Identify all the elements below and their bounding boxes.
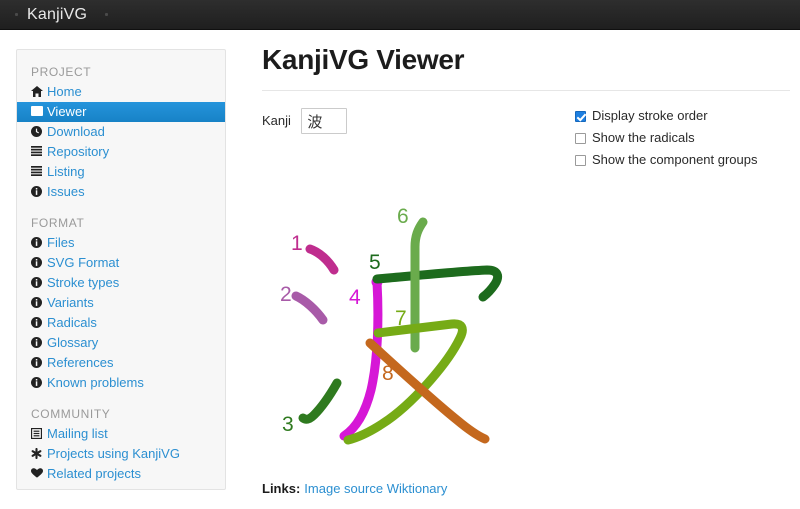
download-clock-icon xyxy=(31,122,45,142)
checkbox-unchecked[interactable] xyxy=(575,132,586,144)
info-circle-icon xyxy=(31,313,45,333)
sidebar-item-references[interactable]: References xyxy=(17,353,225,373)
option-row-display-stroke-order[interactable]: Display stroke order xyxy=(575,105,758,127)
sidebar-item-label: Viewer xyxy=(47,104,87,119)
info-circle-icon xyxy=(31,353,45,373)
sidebar-item-repository[interactable]: Repository xyxy=(17,142,225,162)
sidebar-item-variants[interactable]: Variants xyxy=(17,293,225,313)
sidebar-item-viewer[interactable]: Viewer xyxy=(17,102,225,122)
kanji-field-row: Kanji xyxy=(262,108,348,134)
kanji-input-label: Kanji xyxy=(262,113,291,128)
controls-area: Kanji Display stroke order Show the radic… xyxy=(250,91,790,167)
sidebar-item-label: Repository xyxy=(47,144,110,159)
info-circle-icon xyxy=(31,373,45,393)
link-image-source[interactable]: Image source xyxy=(304,481,383,496)
option-label: Show the radicals xyxy=(592,130,695,145)
links-row: Links: Image source Wiktionary xyxy=(262,480,447,498)
option-label: Show the component groups xyxy=(592,152,758,167)
stroke-path-3 xyxy=(298,378,342,424)
sidebar-item-label: Download xyxy=(47,124,105,139)
sidebar-item-label: Radicals xyxy=(47,315,97,330)
asterisk-icon xyxy=(31,444,45,464)
heart-icon xyxy=(31,464,45,484)
option-label: Display stroke order xyxy=(592,108,708,123)
checkbox-unchecked[interactable] xyxy=(575,154,586,166)
kanji-stroke-svg: 1 2 3 4 5 6 7 8 xyxy=(280,205,503,445)
page-title: KanjiVG Viewer xyxy=(262,44,465,75)
stroke-number-3: 3 xyxy=(282,413,294,436)
sidebar-item-files[interactable]: Files xyxy=(17,233,225,253)
sidebar-item-radicals[interactable]: Radicals xyxy=(17,313,225,333)
sidebar-item-svg-format[interactable]: SVG Format xyxy=(17,253,225,273)
image-icon xyxy=(31,102,45,122)
top-navbar: KanjiVG xyxy=(0,0,800,30)
info-circle-icon xyxy=(31,293,45,313)
sidebar-group-title-community: COMMUNITY xyxy=(31,407,111,421)
info-circle-icon xyxy=(31,182,45,202)
option-row-show-the-radicals[interactable]: Show the radicals xyxy=(575,127,758,149)
sidebar-item-label: Issues xyxy=(47,184,85,199)
list-icon xyxy=(31,142,45,162)
stroke-number-6: 6 xyxy=(397,205,409,228)
sidebar: PROJECT Home Viewer Download Repository Listi… xyxy=(16,49,226,490)
envelope-list-icon xyxy=(31,424,45,444)
sidebar-item-related-projects[interactable]: Related projects xyxy=(17,464,225,484)
stroke-path-1 xyxy=(305,244,339,275)
info-circle-icon xyxy=(31,273,45,293)
links-label: Links: xyxy=(262,481,301,496)
navbar-dot-right xyxy=(105,13,108,16)
sidebar-group-title-project: PROJECT xyxy=(31,65,92,79)
sidebar-item-label: SVG Format xyxy=(47,255,120,270)
stroke-path-7 xyxy=(343,319,467,445)
link-wiktionary[interactable]: Wiktionary xyxy=(387,481,448,496)
sidebar-item-issues[interactable]: Issues xyxy=(17,182,225,202)
info-circle-icon xyxy=(31,233,45,253)
sidebar-item-label: References xyxy=(47,355,114,370)
navbar-dot-left xyxy=(15,13,18,16)
list-icon xyxy=(31,162,45,182)
stroke-number-4: 4 xyxy=(349,286,361,309)
option-row-show-the-component-groups[interactable]: Show the component groups xyxy=(575,149,758,171)
sidebar-item-home[interactable]: Home xyxy=(17,82,225,102)
sidebar-item-label: Home xyxy=(47,84,82,99)
sidebar-item-label: Glossary xyxy=(47,335,99,350)
sidebar-item-mailing-list[interactable]: Mailing list xyxy=(17,424,225,444)
display-options-group: Display stroke order Show the radicals Sho… xyxy=(575,105,758,171)
sidebar-item-listing[interactable]: Listing xyxy=(17,162,225,182)
sidebar-item-label: Variants xyxy=(47,295,94,310)
stroke-path-5 xyxy=(372,265,503,302)
kanji-input[interactable] xyxy=(301,108,348,134)
stroke-number-1: 1 xyxy=(291,232,303,255)
stroke-number-5: 5 xyxy=(369,251,381,274)
sidebar-item-label: Known problems xyxy=(47,375,144,390)
home-icon xyxy=(31,82,45,102)
sidebar-item-label: Listing xyxy=(47,164,85,179)
sidebar-item-download[interactable]: Download xyxy=(17,122,225,142)
stroke-path-2 xyxy=(291,291,328,325)
stroke-number-8: 8 xyxy=(382,362,394,385)
main-content: KanjiVG Viewer Kanji Display stroke orde… xyxy=(250,40,790,496)
sidebar-item-label: Mailing list xyxy=(47,426,108,441)
sidebar-item-label: Related projects xyxy=(47,466,141,481)
stroke-number-2: 2 xyxy=(280,283,292,306)
sidebar-item-label: Files xyxy=(47,235,75,250)
sidebar-item-stroke-types[interactable]: Stroke types xyxy=(17,273,225,293)
sidebar-item-label: Stroke types xyxy=(47,275,120,290)
sidebar-item-glossary[interactable]: Glossary xyxy=(17,333,225,353)
checkbox-checked[interactable] xyxy=(575,110,586,122)
kanji-stroke-diagram: 1 2 3 4 5 6 7 8 xyxy=(272,200,532,462)
sidebar-item-projects-using-kanjivg[interactable]: Projects using KanjiVG xyxy=(17,444,225,464)
sidebar-group-title-format: FORMAT xyxy=(31,216,85,230)
stroke-number-7: 7 xyxy=(395,307,407,330)
navbar-brand[interactable]: KanjiVG xyxy=(27,5,87,25)
sidebar-item-known-problems[interactable]: Known problems xyxy=(17,373,225,393)
sidebar-item-label: Projects using KanjiVG xyxy=(47,446,180,461)
info-circle-icon xyxy=(31,253,45,273)
info-circle-icon xyxy=(31,333,45,353)
